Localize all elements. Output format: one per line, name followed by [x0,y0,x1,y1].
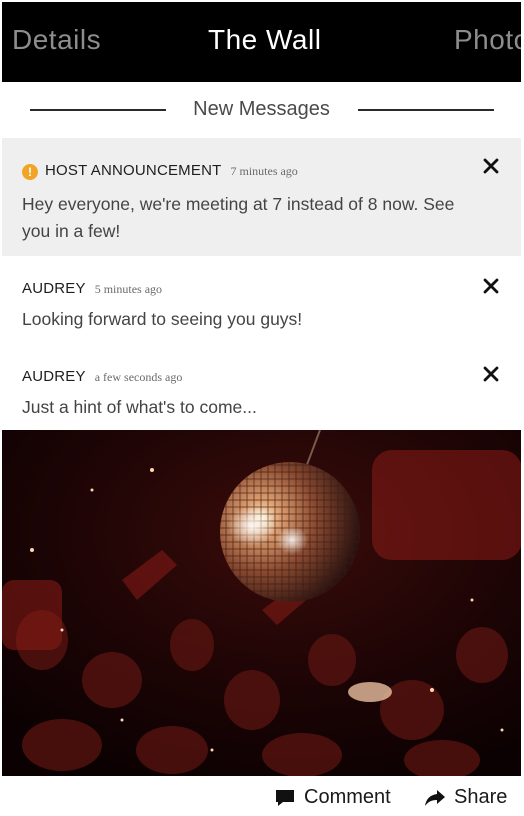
tab-photos[interactable]: Photos [454,24,521,56]
comment-icon [276,789,294,806]
attached-photo[interactable] [2,430,521,776]
tab-the-wall[interactable]: The Wall [208,24,321,56]
message-host-announcement: ! HOST ANNOUNCEMENT 7 minutes ago Hey ev… [2,138,521,256]
comment-label: Comment [304,786,391,808]
close-icon[interactable] [481,276,501,296]
new-messages-divider: New Messages [2,82,521,138]
tab-details[interactable]: Details [12,24,101,56]
post-actions: Comment Share [2,778,521,814]
message-header: ! HOST ANNOUNCEMENT 7 minutes ago [22,162,298,180]
message-text: Just a hint of what's to come... [22,397,257,417]
message-text: Hey everyone, we're meeting at 7 instead… [22,194,455,241]
close-icon[interactable] [481,364,501,384]
alert-icon: ! [22,164,38,180]
app-frame: Details The Wall Photos New Messages ! H… [2,2,521,814]
message-header: AUDREY a few seconds ago [22,368,182,385]
message-time: 7 minutes ago [230,164,298,178]
message-author: AUDREY [22,280,86,297]
close-icon[interactable] [481,156,501,176]
message-author: AUDREY [22,368,86,385]
message-item: AUDREY 5 minutes ago Looking forward to … [2,258,521,344]
message-time: a few seconds ago [94,370,183,384]
tab-bar: Details The Wall Photos [2,2,521,82]
share-label: Share [454,786,508,808]
comment-button[interactable]: Comment [274,786,391,809]
divider-rule-right [358,109,494,111]
share-button[interactable]: Share [424,786,507,809]
message-author: HOST ANNOUNCEMENT [45,162,222,179]
share-icon [425,789,445,806]
message-header: AUDREY 5 minutes ago [22,280,162,297]
message-time: 5 minutes ago [94,282,163,296]
message-text: Looking forward to seeing you guys! [22,309,303,329]
message-item: AUDREY a few seconds ago Just a hint of … [2,346,521,430]
